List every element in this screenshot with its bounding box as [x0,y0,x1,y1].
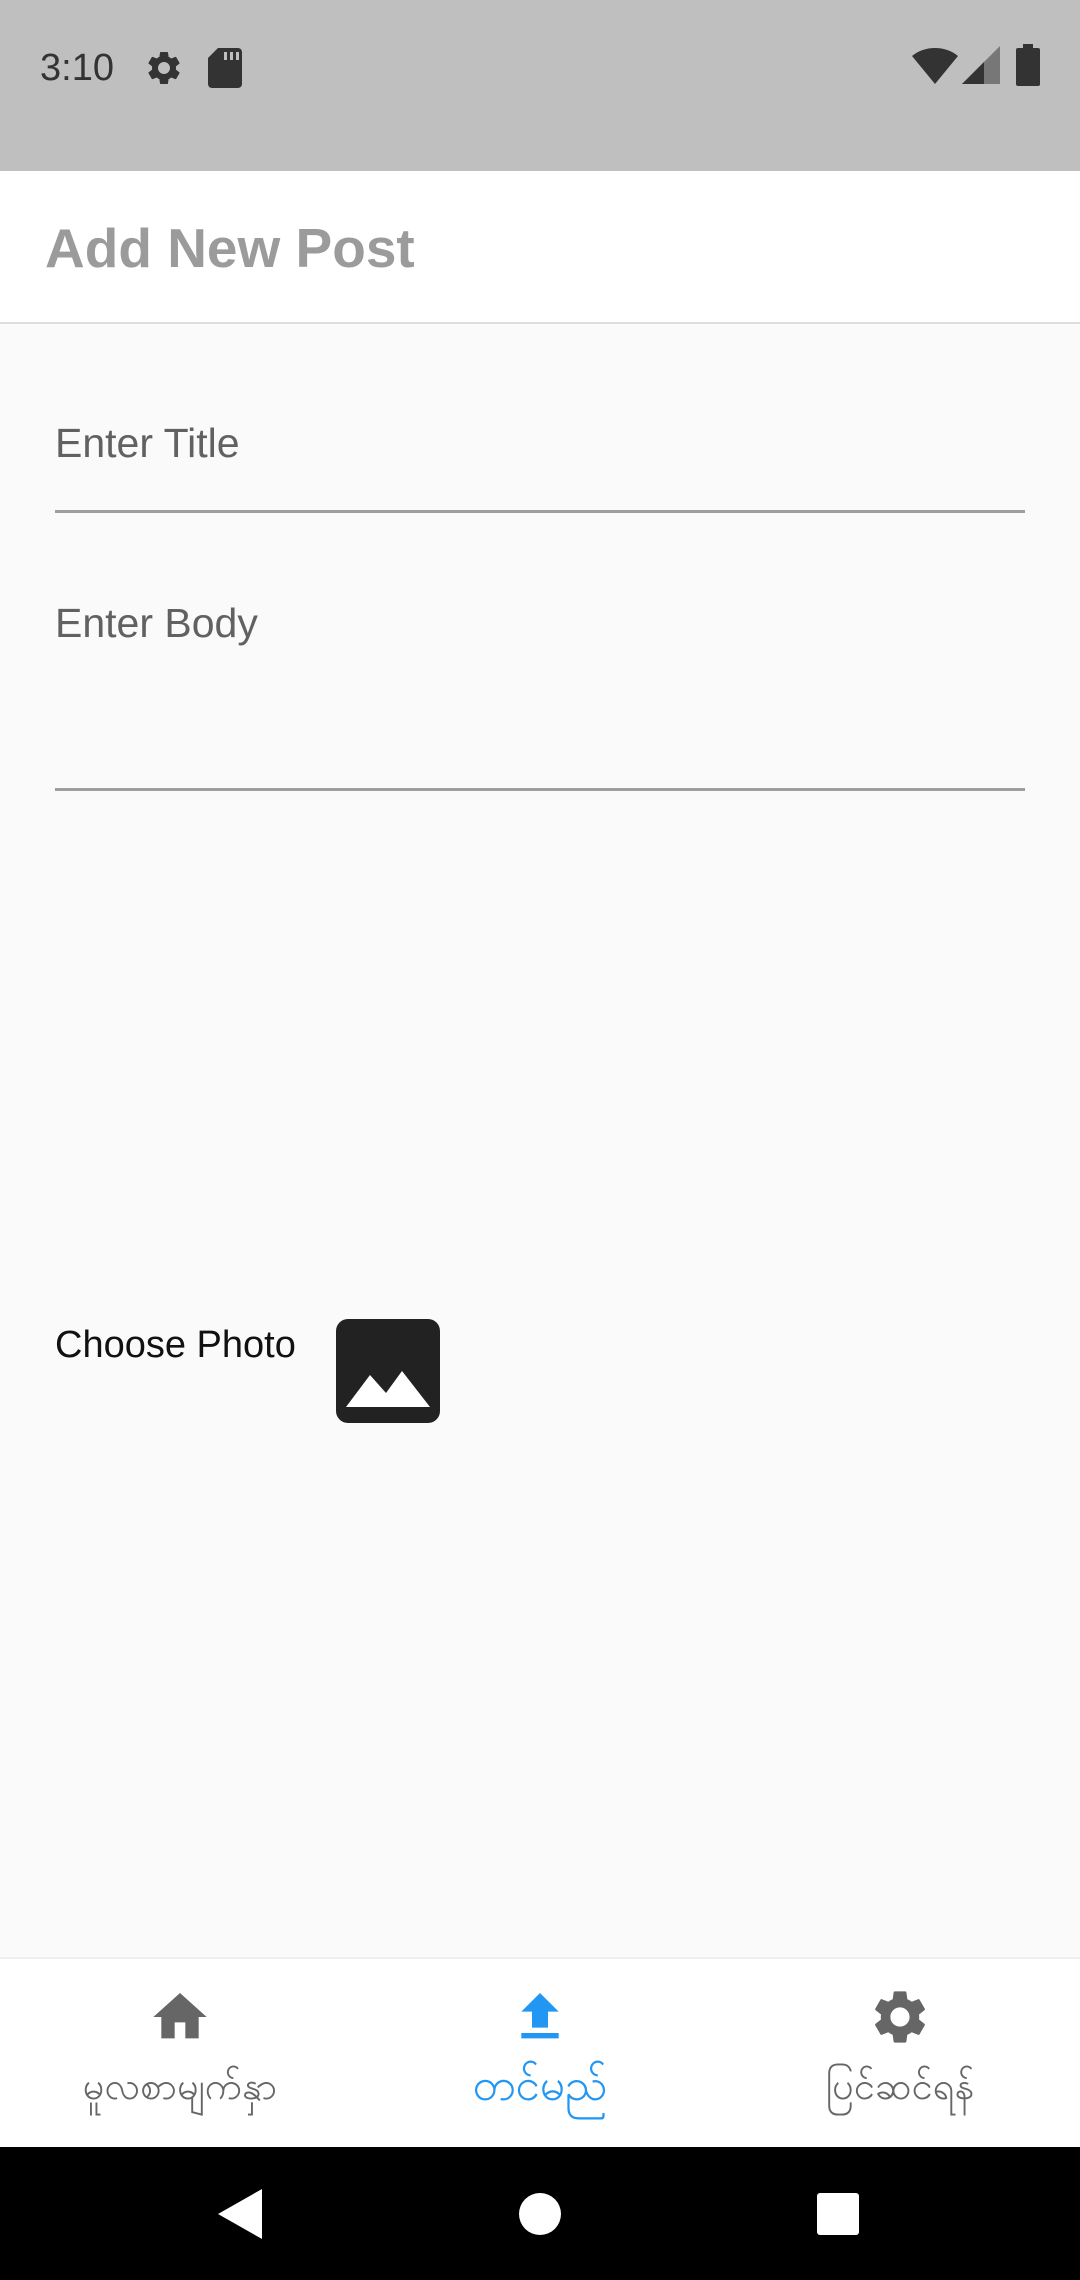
settings-icon [875,1991,925,2043]
back-icon[interactable] [218,2189,262,2239]
nav-item-upload[interactable]: တင်မည် [360,1959,720,2149]
upload-icon [521,1993,559,2039]
image-icon [346,1371,430,1407]
status-bar: 3:10 [0,0,1080,171]
title-placeholder: Enter Title [55,420,240,466]
nav-label-home: မူလစာမျက်နှာ [82,2064,278,2108]
wifi-icon [912,48,958,84]
nav-item-home[interactable]: မူလစာမျက်နှာ [0,1959,360,2149]
gear-icon [148,51,180,84]
nav-item-settings[interactable]: ပြင်ဆင်ရန် [720,1959,1080,2149]
sd-card-icon [208,48,242,88]
screen: 3:10 Add New Post Enter Title Enter Body… [0,0,1080,2280]
system-navigation-bar [0,2147,1080,2280]
page-title: Add New Post [45,217,415,279]
app-bar: Add New Post [0,171,1080,324]
title-input[interactable]: Enter Title [55,400,1025,513]
nav-label-settings: ပြင်ဆင်ရန် [825,2064,975,2108]
home-circle-icon[interactable] [519,2193,561,2235]
status-time: 3:10 [40,47,114,89]
body-placeholder: Enter Body [55,600,258,646]
choose-photo-button[interactable] [336,1319,440,1423]
battery-icon [1016,44,1040,86]
nav-label-upload: တင်မည် [472,2060,608,2111]
bottom-navigation: မူလစာမျက်နှာ တင်မည် ပြင်ဆင်ရန် [0,1957,1080,2147]
recents-icon[interactable] [817,2193,859,2235]
home-icon [153,1993,207,2039]
choose-photo-label: Choose Photo [55,1324,296,1366]
signal-icon [962,46,1000,84]
body-input[interactable]: Enter Body [55,580,1025,791]
